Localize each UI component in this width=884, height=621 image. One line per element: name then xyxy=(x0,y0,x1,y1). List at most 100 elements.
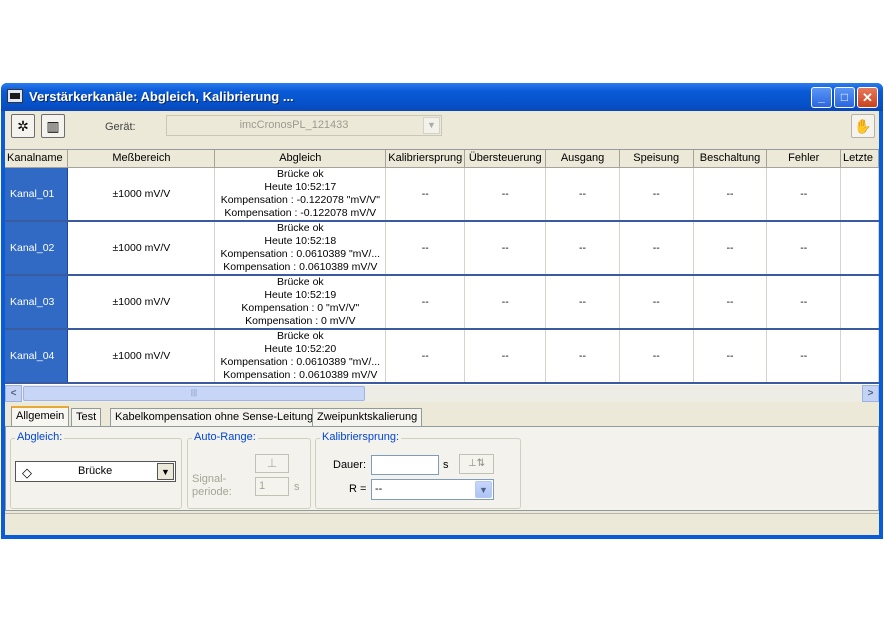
beschaltung-cell[interactable]: -- xyxy=(693,167,768,222)
app-window-icon[interactable] xyxy=(7,89,23,103)
column-header-messbereich[interactable]: Meßbereich xyxy=(67,150,216,168)
add-channel-button[interactable]: ✲ xyxy=(11,114,35,138)
client-area: ✲ ▥ Gerät: imcCronosPL_121433 ▼ ✋ Kanaln… xyxy=(5,111,879,535)
scroll-left-button[interactable]: < xyxy=(5,385,22,402)
kalibriersprung-cell[interactable]: -- xyxy=(385,328,466,384)
kalibriersprung-cell[interactable]: -- xyxy=(385,220,466,276)
minimize-button[interactable]: _ xyxy=(811,87,832,108)
auto-range-group: Auto-Range: ⊥ Signal- periode: 1 s xyxy=(187,431,311,509)
column-header-fehler[interactable]: Fehler xyxy=(766,150,841,168)
channel-name-cell[interactable]: Kanal_02 xyxy=(5,220,69,276)
fehler-cell[interactable]: -- xyxy=(766,274,841,330)
letzte-cell[interactable] xyxy=(840,167,879,222)
title-bar[interactable]: Verstärkerkanäle: Abgleich, Kalibrierung… xyxy=(1,83,883,111)
letzte-cell[interactable] xyxy=(840,328,879,384)
range-cell[interactable]: ±1000 mV/V xyxy=(67,167,216,222)
abgleich-group-title: Abgleich: xyxy=(15,431,65,443)
beschaltung-cell[interactable]: -- xyxy=(693,220,768,276)
device-value: imcCronosPL_121433 xyxy=(239,119,349,131)
abgleich-cell[interactable]: Brücke ok Heute 10:52:18 Kompensation : … xyxy=(214,220,387,276)
abgleich-time: Heute 10:52:17 xyxy=(264,180,337,193)
abgleich-cell[interactable]: Brücke ok Heute 10:52:17 Kompensation : … xyxy=(214,167,387,222)
hand-button[interactable]: ✋ xyxy=(851,114,875,138)
kalibriersprung-cell[interactable]: -- xyxy=(385,167,466,222)
column-header-speisung[interactable]: Speisung xyxy=(619,150,694,168)
beschaltung-cell[interactable]: -- xyxy=(693,328,768,384)
kalibriersprung-cell[interactable]: -- xyxy=(385,274,466,330)
letzte-cell[interactable] xyxy=(840,274,879,330)
tab-test[interactable]: Test xyxy=(71,408,102,426)
horizontal-scrollbar[interactable]: < ||| > xyxy=(5,385,879,402)
abgleich-status: Brücke ok xyxy=(276,221,324,234)
channel-list-button[interactable]: ▥ xyxy=(41,114,65,138)
range-cell[interactable]: ±1000 mV/V xyxy=(67,274,216,330)
abgleich-status: Brücke ok xyxy=(276,275,324,288)
abgleich-comp-quoted: Kompensation : 0 "mV/V" xyxy=(241,301,360,314)
tab-allgemein[interactable]: Allgemein xyxy=(11,406,70,427)
abgleich-cell[interactable]: Brücke ok Heute 10:52:19 Kompensation : … xyxy=(214,274,387,330)
tab-kabelkompensation[interactable]: Kabelkompensation ohne Sense-Leitung xyxy=(110,408,319,426)
auto-range-button[interactable]: ⊥ xyxy=(255,454,289,473)
close-button[interactable]: ✕ xyxy=(857,87,878,108)
column-header-letzte[interactable]: Letzte xyxy=(840,150,879,168)
channel-name-cell[interactable]: Kanal_03 xyxy=(5,274,69,330)
chevron-down-icon[interactable]: ▼ xyxy=(423,117,440,134)
beschaltung-cell[interactable]: -- xyxy=(693,274,768,330)
speisung-cell[interactable]: -- xyxy=(619,274,694,330)
abgleich-comp-quoted: Kompensation : 0.0610389 "mV/... xyxy=(220,355,381,368)
dauer-unit: s xyxy=(443,459,449,471)
column-header-ausgang[interactable]: Ausgang xyxy=(545,150,620,168)
letzte-cell[interactable] xyxy=(840,220,879,276)
column-header-kalibriersprung[interactable]: Kalibriersprung xyxy=(385,150,466,168)
abgleich-comp: Kompensation : -0.122078 mV/V xyxy=(224,206,377,219)
column-header-kanalname[interactable]: Kanalname xyxy=(5,150,69,168)
maximize-button[interactable]: □ xyxy=(834,87,855,108)
device-select[interactable]: imcCronosPL_121433 ▼ xyxy=(166,115,442,136)
table-row[interactable]: Kanal_01 ±1000 mV/V Brücke ok Heute 10:5… xyxy=(5,167,879,222)
scroll-right-button[interactable]: > xyxy=(862,385,879,402)
column-header-uebersteuerung[interactable]: Übersteuerung xyxy=(464,150,547,168)
main-window: Verstärkerkanäle: Abgleich, Kalibrierung… xyxy=(1,83,883,539)
uebersteuerung-cell[interactable]: -- xyxy=(464,220,547,276)
column-header-beschaltung[interactable]: Beschaltung xyxy=(693,150,768,168)
add-channel-icon: ✲ xyxy=(17,118,29,134)
fehler-cell[interactable]: -- xyxy=(766,328,841,384)
pulse-button[interactable]: ⊥⇅ xyxy=(459,454,494,474)
tab-panel-allgemein: Abgleich: ◇ Brücke ▼ Auto-Range: ⊥ Signa… xyxy=(5,426,879,511)
speisung-cell[interactable]: -- xyxy=(619,167,694,222)
abgleich-cell[interactable]: Brücke ok Heute 10:52:20 Kompensation : … xyxy=(214,328,387,384)
pulse-icon: ⊥⇅ xyxy=(467,458,486,469)
column-header-abgleich[interactable]: Abgleich xyxy=(214,150,387,168)
chevron-down-icon[interactable]: ▼ xyxy=(475,481,492,498)
scrollbar-thumb[interactable]: ||| xyxy=(23,386,365,401)
table-row[interactable]: Kanal_03 ±1000 mV/V Brücke ok Heute 10:5… xyxy=(5,274,879,330)
channel-grid[interactable]: Kanalname Meßbereich Abgleich Kalibriers… xyxy=(5,149,879,385)
uebersteuerung-cell[interactable]: -- xyxy=(464,167,547,222)
uebersteuerung-cell[interactable]: -- xyxy=(464,274,547,330)
range-cell[interactable]: ±1000 mV/V xyxy=(67,220,216,276)
fehler-cell[interactable]: -- xyxy=(766,167,841,222)
abgleich-mode-select[interactable]: ◇ Brücke ▼ xyxy=(15,461,176,482)
chevron-down-icon[interactable]: ▼ xyxy=(157,463,174,480)
tab-zweipunktskalierung[interactable]: Zweipunktskalierung xyxy=(312,408,423,426)
ausgang-cell[interactable]: -- xyxy=(545,167,620,222)
channel-name-cell[interactable]: Kanal_01 xyxy=(5,167,69,222)
uebersteuerung-cell[interactable]: -- xyxy=(464,328,547,384)
abgleich-comp: Kompensation : 0.0610389 mV/V xyxy=(223,260,378,273)
speisung-cell[interactable]: -- xyxy=(619,220,694,276)
ausgang-cell[interactable]: -- xyxy=(545,328,620,384)
ausgang-cell[interactable]: -- xyxy=(545,220,620,276)
table-row[interactable]: Kanal_04 ±1000 mV/V Brücke ok Heute 10:5… xyxy=(5,328,879,384)
speisung-cell[interactable]: -- xyxy=(619,328,694,384)
abgleich-status: Brücke ok xyxy=(276,167,324,180)
channel-list-icon: ▥ xyxy=(46,118,60,134)
table-row[interactable]: Kanal_02 ±1000 mV/V Brücke ok Heute 10:5… xyxy=(5,220,879,276)
dauer-input[interactable] xyxy=(371,455,439,475)
channel-name-cell[interactable]: Kanal_04 xyxy=(5,328,69,384)
signal-period-input[interactable]: 1 xyxy=(255,477,289,496)
fehler-cell[interactable]: -- xyxy=(766,220,841,276)
ausgang-cell[interactable]: -- xyxy=(545,274,620,330)
r-select[interactable]: -- ▼ xyxy=(371,479,494,500)
range-cell[interactable]: ±1000 mV/V xyxy=(67,328,216,384)
hand-icon: ✋ xyxy=(854,118,872,134)
